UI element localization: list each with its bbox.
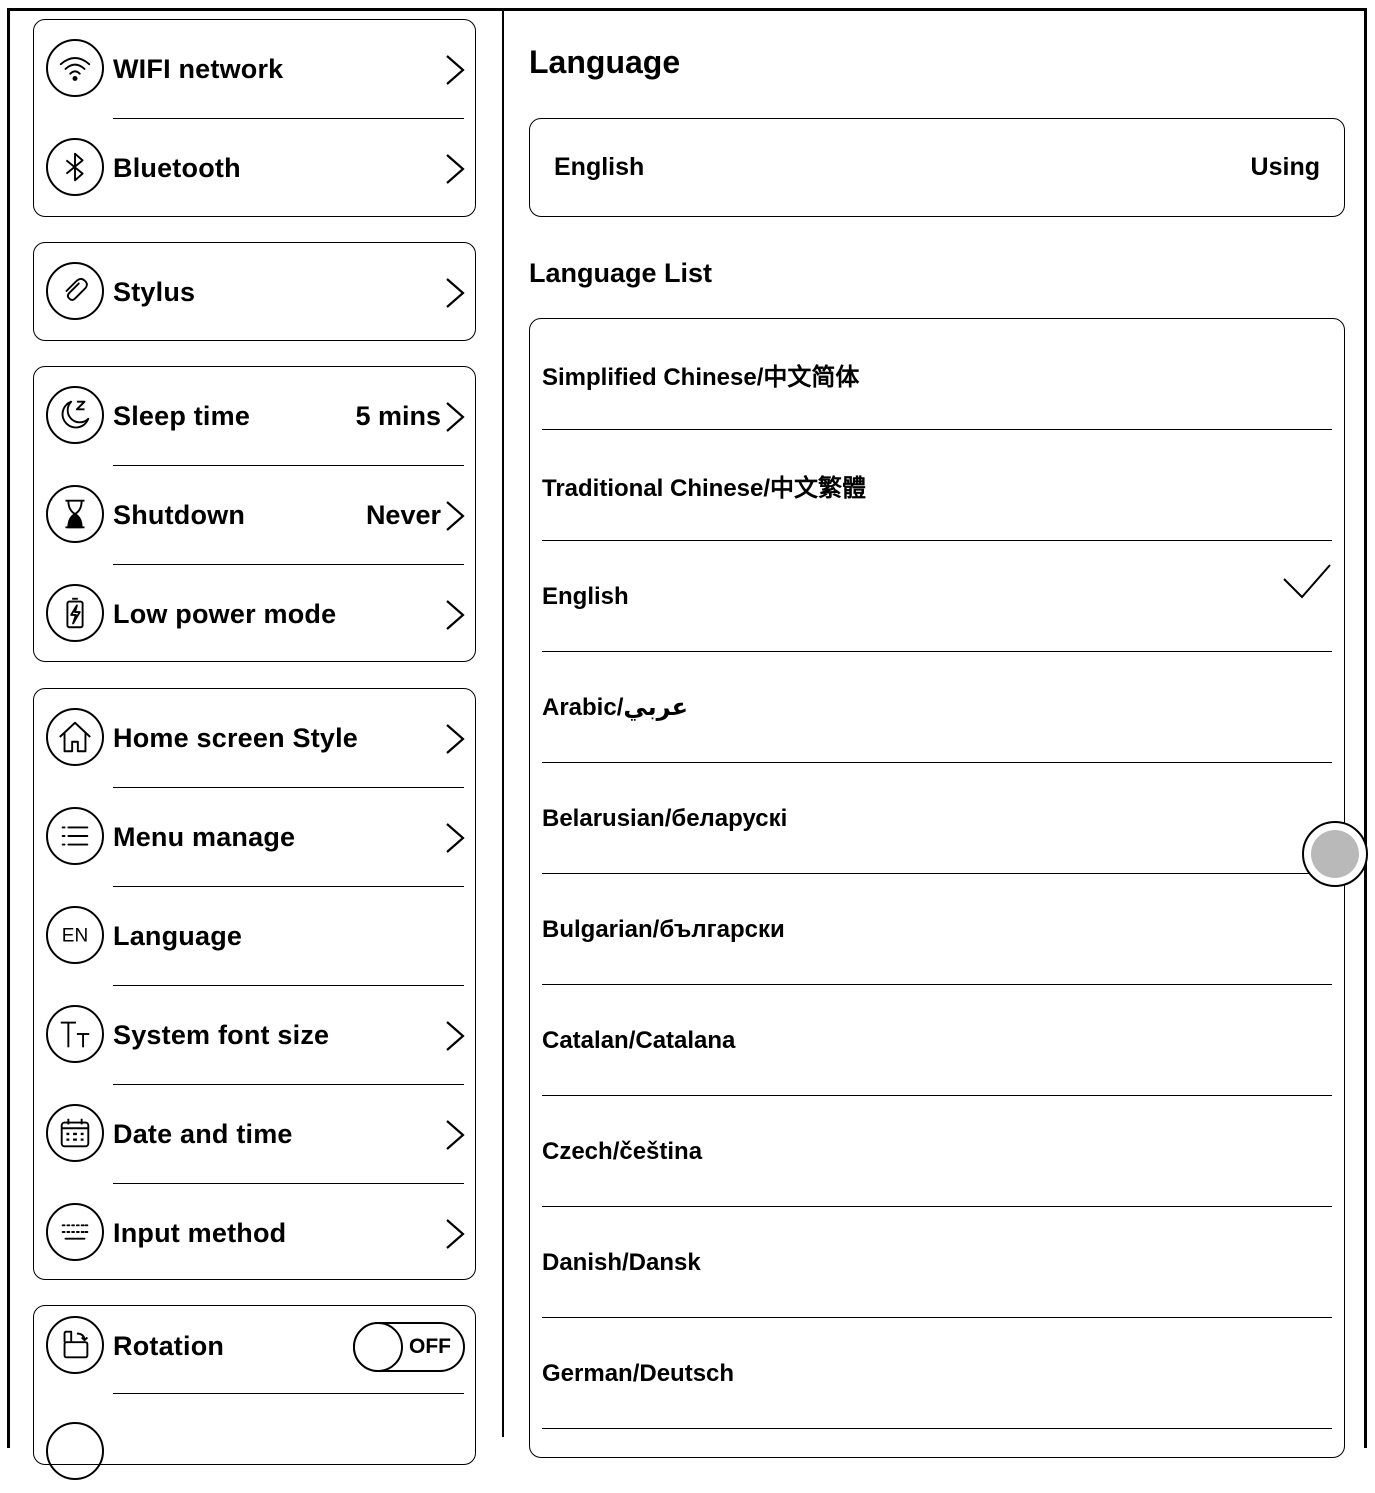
date-and-time-item[interactable]: Date and time bbox=[34, 1085, 475, 1184]
home-icon bbox=[46, 708, 104, 766]
wifi-icon bbox=[46, 39, 104, 97]
language-list-title: Language List bbox=[529, 258, 713, 288]
language-option-label: English bbox=[542, 582, 629, 610]
scroll-handle-thumb bbox=[1311, 830, 1359, 878]
scroll-handle[interactable] bbox=[1302, 821, 1368, 887]
language-option-label: Bulgarian/български bbox=[542, 915, 785, 943]
wifi-network-item[interactable]: WIFI network bbox=[34, 20, 475, 119]
stylus-icon bbox=[46, 262, 104, 320]
chevron-right-icon bbox=[446, 55, 465, 85]
chevron-right-icon bbox=[446, 1021, 465, 1051]
chevron-right-icon bbox=[446, 600, 465, 630]
language-option[interactable]: Belarusian/беларускі bbox=[542, 763, 1332, 874]
language-option-label: German/Deutsch bbox=[542, 1359, 735, 1387]
language-item[interactable]: EN Language bbox=[34, 887, 475, 986]
partial-icon bbox=[46, 1422, 104, 1480]
system-font-size-item[interactable]: System font size bbox=[34, 986, 475, 1085]
language-option[interactable]: Catalan/Catalana bbox=[542, 985, 1332, 1096]
language-option[interactable]: Bulgarian/български bbox=[542, 874, 1332, 985]
language-option-label: Belarusian/беларускі bbox=[542, 804, 788, 832]
connectivity-group: WIFI network Bluetooth bbox=[33, 19, 476, 217]
panel-divider bbox=[502, 8, 504, 1437]
toggle-knob bbox=[353, 1322, 403, 1372]
language-list: Simplified Chinese/中文简体 Traditional Chin… bbox=[529, 318, 1345, 1458]
sleep-icon bbox=[46, 386, 104, 444]
stylus-item[interactable]: Stylus bbox=[34, 243, 475, 342]
chevron-right-icon bbox=[446, 724, 465, 754]
toggle-state-label: OFF bbox=[409, 1335, 451, 1358]
checkmark-icon bbox=[1283, 564, 1331, 599]
system-font-size-label: System font size bbox=[113, 1020, 330, 1050]
hourglass-icon bbox=[46, 485, 104, 543]
rotation-item[interactable]: Rotation OFF bbox=[34, 1306, 475, 1394]
page-title: Language bbox=[529, 44, 681, 80]
shutdown-item[interactable]: Shutdown Never bbox=[34, 466, 475, 565]
language-option-label: Danish/Dansk bbox=[542, 1248, 701, 1276]
rotation-label: Rotation bbox=[113, 1331, 225, 1361]
input-method-label: Input method bbox=[113, 1218, 287, 1248]
date-and-time-label: Date and time bbox=[113, 1119, 293, 1149]
language-option-label: Traditional Chinese/中文繁體 bbox=[542, 475, 867, 502]
sleep-time-label: Sleep time bbox=[113, 401, 251, 431]
chevron-right-icon bbox=[446, 1120, 465, 1150]
language-option[interactable]: German/Deutsch bbox=[542, 1318, 1332, 1429]
stylus-label: Stylus bbox=[113, 277, 196, 307]
chevron-right-icon bbox=[446, 501, 465, 531]
language-option[interactable]: Danish/Dansk bbox=[542, 1207, 1332, 1318]
shutdown-value: Never bbox=[365, 500, 441, 530]
rotation-icon bbox=[46, 1316, 104, 1374]
menu-manage-item[interactable]: Menu manage bbox=[34, 788, 475, 887]
chevron-right-icon bbox=[446, 402, 465, 432]
chevron-right-icon bbox=[446, 154, 465, 184]
language-option[interactable]: Simplified Chinese/中文简体 bbox=[542, 319, 1332, 430]
chevron-right-icon bbox=[446, 1219, 465, 1249]
home-screen-style-item[interactable]: Home screen Style bbox=[34, 689, 475, 788]
battery-icon bbox=[46, 584, 104, 642]
language-option-label: Czech/čeština bbox=[542, 1137, 703, 1165]
language-option[interactable]: Arabic/عربي bbox=[542, 652, 1332, 763]
bluetooth-label: Bluetooth bbox=[113, 153, 241, 183]
chevron-right-icon bbox=[446, 823, 465, 853]
bluetooth-icon bbox=[46, 138, 104, 196]
svg-text:EN: EN bbox=[62, 926, 88, 947]
language-option[interactable]: Czech/čeština bbox=[542, 1096, 1332, 1207]
menu-icon bbox=[46, 807, 104, 865]
language-label: Language bbox=[113, 921, 243, 951]
sleep-time-value: 5 mins bbox=[355, 401, 441, 431]
language-option-label: Simplified Chinese/中文简体 bbox=[542, 364, 860, 391]
wifi-network-label: WIFI network bbox=[113, 54, 284, 84]
language-option-selected[interactable]: English bbox=[542, 541, 1332, 652]
language-en-icon: EN bbox=[46, 906, 104, 964]
row-divider bbox=[542, 1427, 1332, 1429]
low-power-mode-item[interactable]: Low power mode bbox=[34, 565, 475, 664]
home-screen-style-label: Home screen Style bbox=[113, 723, 359, 753]
language-option-label: Catalan/Catalana bbox=[542, 1026, 736, 1054]
sleep-time-item[interactable]: Sleep time 5 mins bbox=[34, 367, 475, 466]
font-size-icon bbox=[46, 1005, 104, 1063]
keyboard-icon bbox=[46, 1203, 104, 1261]
current-language-card: English Using bbox=[529, 118, 1345, 217]
next-settings-item[interactable] bbox=[34, 1394, 475, 1493]
current-language-status: Using bbox=[1250, 152, 1320, 181]
low-power-mode-label: Low power mode bbox=[113, 599, 337, 629]
bluetooth-item[interactable]: Bluetooth bbox=[34, 119, 475, 218]
current-language-name: English bbox=[554, 152, 645, 181]
calendar-icon bbox=[46, 1104, 104, 1162]
language-option-label: Arabic/عربي bbox=[542, 694, 688, 721]
stylus-group: Stylus bbox=[33, 242, 476, 341]
rotation-toggle[interactable]: OFF bbox=[353, 1322, 465, 1372]
input-method-item[interactable]: Input method bbox=[34, 1184, 475, 1283]
chevron-right-icon bbox=[446, 278, 465, 308]
menu-manage-label: Menu manage bbox=[113, 822, 296, 852]
shutdown-label: Shutdown bbox=[113, 500, 246, 530]
language-option[interactable]: Traditional Chinese/中文繁體 bbox=[542, 430, 1332, 541]
power-group: Sleep time 5 mins Shutdown Never Low pow… bbox=[33, 366, 476, 662]
display-group: Home screen Style Menu manage EN Languag… bbox=[33, 688, 476, 1280]
orientation-group: Rotation OFF bbox=[33, 1305, 476, 1480]
